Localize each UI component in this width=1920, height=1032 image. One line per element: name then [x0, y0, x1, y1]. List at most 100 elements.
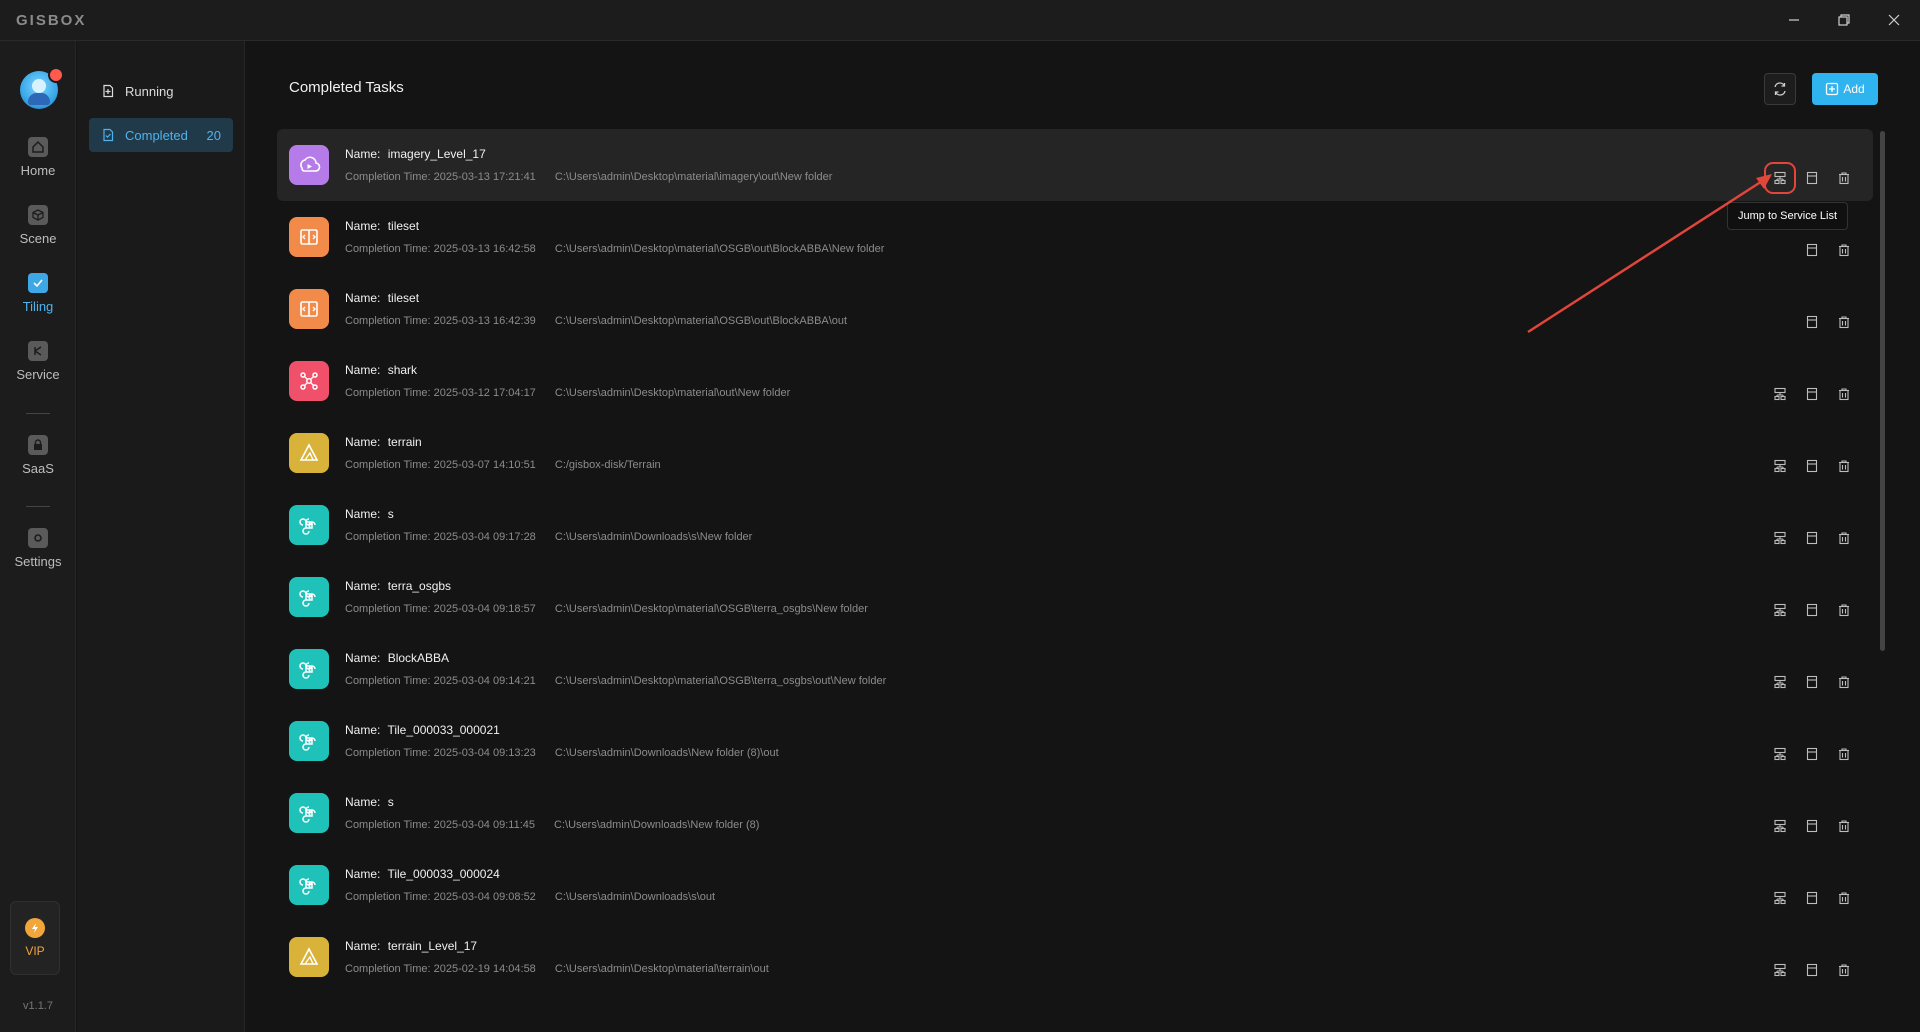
terrain-task-icon — [289, 937, 329, 977]
task-row[interactable]: Name: s Completion Time: 2025-03-04 09:1… — [277, 489, 1873, 561]
delete-task-button[interactable] — [1835, 817, 1853, 835]
output-path: C:\Users\admin\Desktop\material\out\New … — [554, 387, 791, 399]
service-list-icon — [1773, 387, 1787, 401]
completion-label: Completion Time: — [345, 315, 431, 327]
refresh-button[interactable] — [1764, 73, 1796, 105]
completion-time: 2025-03-04 09:13:23 — [433, 747, 536, 759]
restore-button[interactable] — [1826, 6, 1862, 34]
task-name-value: terrain_Level_17 — [387, 939, 478, 953]
jump-to-service-button[interactable] — [1771, 457, 1789, 475]
task-detail-button[interactable] — [1803, 817, 1821, 835]
task-detail-button[interactable] — [1803, 313, 1821, 331]
task-row[interactable]: Name: Tile_000033_000024 Completion Time… — [277, 849, 1873, 921]
document-icon — [1805, 531, 1819, 545]
delete-task-button[interactable] — [1835, 457, 1853, 475]
completion-time: 2025-03-13 17:21:41 — [433, 171, 536, 183]
jump-to-service-button[interactable] — [1771, 889, 1789, 907]
imagery-task-icon — [289, 145, 329, 185]
jump-to-service-button[interactable] — [1771, 961, 1789, 979]
delete-task-button[interactable] — [1835, 745, 1853, 763]
delete-task-button[interactable] — [1835, 241, 1853, 259]
task-name: Name: tileset — [345, 219, 419, 233]
delete-task-button[interactable] — [1835, 313, 1853, 331]
completion-time: 2025-03-13 16:42:39 — [433, 315, 536, 327]
name-label: Name: — [345, 867, 381, 881]
task-actions — [1771, 745, 1853, 763]
task-row[interactable]: Name: BlockABBA Completion Time: 2025-03… — [277, 633, 1873, 705]
task-detail-button[interactable] — [1803, 169, 1821, 187]
task-name-value: BlockABBA — [387, 651, 450, 665]
task-name: Name: Tile_000033_000024 — [345, 867, 500, 881]
trash-icon — [1837, 387, 1851, 401]
close-button[interactable] — [1876, 6, 1912, 34]
jump-to-service-button[interactable] — [1771, 817, 1789, 835]
task-actions — [1764, 162, 1853, 194]
delete-task-button[interactable] — [1835, 601, 1853, 619]
task-name: Name: terrain — [345, 435, 422, 449]
delete-task-button[interactable] — [1835, 961, 1853, 979]
task-actions — [1803, 241, 1853, 259]
refresh-icon — [1774, 82, 1786, 96]
nav-item-scene[interactable]: Scene — [0, 205, 76, 265]
task-detail-button[interactable] — [1803, 745, 1821, 763]
tiling-subnav: Running Completed 20 — [77, 41, 245, 1032]
task-row[interactable]: Name: shark Completion Time: 2025-03-12 … — [277, 345, 1873, 417]
nav-item-tiling[interactable]: Tiling — [0, 273, 76, 333]
task-row[interactable]: Name: imagery_Level_17 Completion Time: … — [277, 129, 1873, 201]
subnav-label: Running — [125, 83, 174, 99]
subnav-item-running[interactable]: Running — [89, 74, 233, 108]
completion-time: 2025-03-13 16:42:58 — [433, 243, 536, 255]
name-label: Name: — [345, 651, 381, 665]
jump-to-service-button[interactable] — [1771, 745, 1789, 763]
task-detail-button[interactable] — [1803, 241, 1821, 259]
user-avatar[interactable] — [20, 67, 64, 109]
completion-label: Completion Time: — [345, 747, 431, 759]
service-list-icon — [1773, 603, 1787, 617]
minimize-button[interactable] — [1776, 6, 1812, 34]
nav-item-saas[interactable]: SaaS — [0, 435, 76, 495]
app-logo: GISBOX — [16, 12, 87, 29]
completion-time: 2025-03-04 09:08:52 — [433, 891, 536, 903]
task-row[interactable]: Name: tileset Completion Time: 2025-03-1… — [277, 201, 1873, 273]
task-row[interactable]: Name: s Completion Time: 2025-03-04 09:1… — [277, 777, 1873, 849]
delete-task-button[interactable] — [1835, 529, 1853, 547]
document-icon — [1805, 675, 1819, 689]
add-button[interactable]: Add — [1812, 73, 1878, 105]
scrollbar[interactable] — [1880, 131, 1885, 651]
task-detail-button[interactable] — [1803, 601, 1821, 619]
task-detail-button[interactable] — [1803, 529, 1821, 547]
task-row[interactable]: Name: tileset Completion Time: 2025-03-1… — [277, 273, 1873, 345]
task-row[interactable]: Name: terra_osgbs Completion Time: 2025-… — [277, 561, 1873, 633]
jump-to-service-button[interactable] — [1764, 162, 1796, 194]
add-icon — [1826, 82, 1839, 96]
vip-button[interactable]: VIP — [10, 901, 60, 975]
output-path: C:\Users\admin\Downloads\s\out — [554, 891, 716, 903]
delete-task-button[interactable] — [1835, 889, 1853, 907]
task-detail-button[interactable] — [1803, 385, 1821, 403]
jump-to-service-button[interactable] — [1771, 601, 1789, 619]
jump-to-service-button[interactable] — [1771, 529, 1789, 547]
task-row[interactable]: Name: terrain_Level_17 Completion Time: … — [277, 921, 1873, 993]
delete-task-button[interactable] — [1835, 169, 1853, 187]
trash-icon — [1837, 747, 1851, 761]
jump-to-service-button[interactable] — [1771, 673, 1789, 691]
task-detail-button[interactable] — [1803, 961, 1821, 979]
task-detail-button[interactable] — [1803, 457, 1821, 475]
subnav-item-completed[interactable]: Completed 20 — [89, 118, 233, 152]
nav-item-home[interactable]: Home — [0, 137, 76, 197]
delete-task-button[interactable] — [1835, 673, 1853, 691]
delete-task-button[interactable] — [1835, 385, 1853, 403]
task-actions — [1771, 457, 1853, 475]
task-detail-button[interactable] — [1803, 673, 1821, 691]
task-row[interactable]: Name: Tile_000033_000021 Completion Time… — [277, 705, 1873, 777]
task-row[interactable]: Name: terrain Completion Time: 2025-03-0… — [277, 417, 1873, 489]
task-meta: Completion Time: 2025-03-07 14:10:51 C:/… — [345, 459, 661, 471]
jump-to-service-button[interactable] — [1771, 385, 1789, 403]
task-detail-button[interactable] — [1803, 889, 1821, 907]
trash-icon — [1837, 243, 1851, 257]
task-name-value: Tile_000033_000024 — [387, 867, 500, 881]
nav-item-service[interactable]: Service — [0, 341, 76, 401]
task-name-value: tileset — [387, 291, 420, 305]
title-bar: GISBOX — [0, 0, 1920, 41]
nav-item-settings[interactable]: Settings — [0, 528, 76, 588]
